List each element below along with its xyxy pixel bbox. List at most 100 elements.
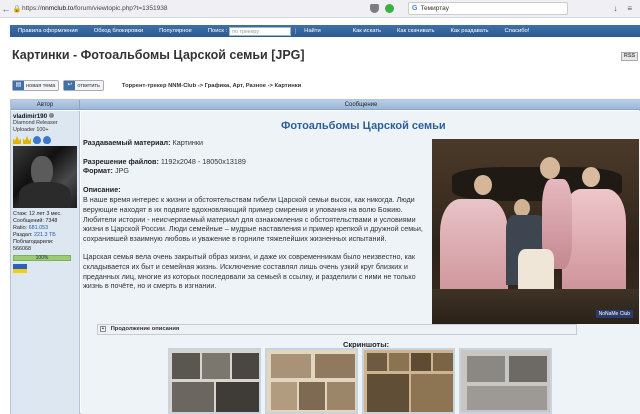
photo-face — [474, 175, 492, 195]
browser-right-tools: ↓ ≡ — [613, 4, 640, 13]
nav-thanks[interactable]: Спасибо! — [497, 28, 538, 34]
browser-search-text: Темиртау — [420, 5, 449, 12]
photo-face — [540, 157, 560, 179]
nav-how-download[interactable]: Как скачивать — [389, 28, 442, 34]
thumbnail-photo — [411, 374, 453, 412]
table-header: Автор Сообщение — [11, 100, 640, 110]
ratio-progress-label: 100% — [35, 255, 49, 261]
screenshot-thumbnail[interactable] — [459, 348, 552, 414]
nav-search-label: Поиск : — [207, 28, 228, 34]
nav-how-search[interactable]: Как искать — [345, 28, 389, 34]
menu-icon[interactable]: ≡ — [627, 4, 632, 13]
material-label: Раздаваемый материал: — [83, 138, 171, 147]
resolution-value: 1192x2048 - 18050x13189 — [160, 156, 246, 166]
nav-popular[interactable]: Популярное — [151, 28, 200, 34]
reader-view-icon[interactable] — [370, 4, 379, 13]
photo-face — [582, 167, 600, 187]
description-paragraph-2: Царская семья вела очень закрытый образ … — [83, 252, 416, 291]
stat-experience: Стаж: 12 лет 3 мес. — [13, 211, 77, 218]
screenshot-thumbnail[interactable] — [362, 348, 455, 414]
thumbnail-photo — [315, 354, 355, 378]
ratio-progress-bar: 100% — [13, 255, 71, 261]
author-panel: vladimir190 Diamond Releaser Uploader 10… — [11, 111, 80, 414]
online-status-icon — [49, 113, 55, 118]
thumbnail-photo — [271, 354, 311, 378]
url-prefix: https:// — [22, 5, 42, 12]
screenshot-thumbnail[interactable] — [168, 348, 261, 414]
author-column-header: Автор — [11, 100, 80, 110]
nav-search-button[interactable]: Найти — [295, 28, 329, 34]
url-path: /forum/viewtopic.php?t=1351938 — [73, 5, 168, 12]
download-icon[interactable]: ↓ — [613, 4, 617, 13]
thumbnail-photo — [367, 374, 409, 412]
crown-icon — [23, 136, 31, 144]
thumbnail-photo — [202, 353, 230, 379]
breadcrumb[interactable]: Торрент-трекер NNM-Club -> Графика, Арт,… — [122, 83, 301, 89]
spoiler-toggle[interactable]: + Продолжение описания — [97, 324, 577, 335]
new-topic-icon: ▤ — [13, 81, 24, 90]
thumbnail-photo — [389, 353, 409, 371]
thumbnail-photo — [367, 353, 387, 371]
resolution-label: Разрешение файлов: — [83, 156, 159, 166]
photo-floor — [432, 289, 639, 324]
extension-icon[interactable] — [385, 4, 394, 13]
material-value: Картинки — [172, 138, 203, 147]
format-row: Формат: JPG — [83, 166, 429, 176]
stat-messages: Сообщений: 7348 — [13, 218, 77, 225]
stat-uploaded: Раздал: 221.3 ТБ — [13, 232, 77, 239]
page-title[interactable]: Картинки - Фотоальбомы Царской семьи [JP… — [12, 48, 305, 62]
thumbnail-photo — [467, 356, 505, 382]
nav-bypass[interactable]: Обход блокировки — [86, 28, 151, 34]
avatar[interactable] — [13, 146, 77, 208]
message-panel: Фотоальбомы Царской семьи Раздаваемый ма… — [81, 111, 640, 414]
nav-how-seed[interactable]: Как раздавать — [442, 28, 496, 34]
stat-thanked: Поблагодарили: 566068 — [13, 239, 77, 253]
poster-image[interactable]: NoNaMe Club — [432, 139, 639, 324]
format-value: JPG — [114, 166, 129, 176]
format-label: Формат: — [83, 166, 113, 176]
crown-icon — [13, 136, 21, 144]
watermark: NoNaMe Club — [595, 310, 633, 318]
author-badges — [13, 136, 77, 144]
avatar-body — [19, 182, 71, 208]
stat-label: Поблагодарили: — [13, 239, 54, 245]
browser-search-field[interactable]: G Темиртау — [408, 2, 568, 15]
stat-label: Стаж: — [13, 211, 28, 217]
author-stats: Стаж: 12 лет 3 мес. Сообщений: 7348 Rati… — [13, 211, 77, 253]
author-name[interactable]: vladimir190 — [13, 113, 77, 120]
screenshot-gallery — [168, 348, 552, 414]
thumbnail-photo — [172, 382, 214, 412]
reply-icon: ↩ — [64, 81, 76, 90]
stat-label: Раздал: — [13, 232, 33, 238]
thumbnail-photo — [299, 382, 325, 410]
author-rank-2: Uploader 100+ — [13, 127, 49, 133]
ukraine-flag-icon — [13, 264, 27, 273]
description-paragraph-1: В наше время интерес к жизни и обстоятел… — [83, 195, 423, 243]
topic-action-bar: ▤ новая тема ↩ ответить Торрент-трекер N… — [12, 80, 301, 91]
post-description: Раздаваемый материал: Картинки Разрешени… — [83, 138, 429, 291]
resolution-row: Разрешение файлов: 1192x2048 - 18050x131… — [83, 157, 429, 167]
back-arrow-icon[interactable]: ← — [0, 4, 12, 14]
address-bar[interactable]: https://nnmclub.to/forum/viewtopic.php?t… — [22, 5, 252, 12]
reply-button[interactable]: ↩ ответить — [63, 80, 104, 91]
screenshot-thumbnail[interactable] — [265, 348, 358, 414]
nav-search-input[interactable]: по трекеру — [229, 26, 292, 36]
site-navbar: Правила оформления Обход блокировки Попу… — [10, 25, 640, 37]
rss-button[interactable]: RSS — [621, 52, 638, 61]
lock-icon[interactable]: 🔒 — [12, 5, 22, 13]
new-topic-label: новая тема — [26, 82, 56, 89]
thumbnail-photo — [327, 382, 355, 410]
new-topic-button[interactable]: ▤ новая тема — [12, 80, 60, 91]
stat-value: 566068 — [13, 246, 31, 252]
message-column-header: Сообщение — [344, 102, 378, 108]
post-table: Автор Сообщение vladimir190 Diamond Rele… — [10, 99, 640, 414]
author-name-text: vladimir190 — [13, 113, 48, 120]
material-row: Раздаваемый материал: Картинки — [83, 138, 429, 148]
thumbnail-photo — [433, 353, 453, 371]
stat-value: 221.3 ТБ — [34, 232, 56, 238]
plus-icon: + — [100, 326, 106, 332]
address-bar-actions — [370, 4, 394, 13]
stat-label: Сообщений: — [13, 218, 44, 224]
nav-rules[interactable]: Правила оформления — [10, 28, 86, 34]
thumbnail-photo — [467, 386, 547, 410]
